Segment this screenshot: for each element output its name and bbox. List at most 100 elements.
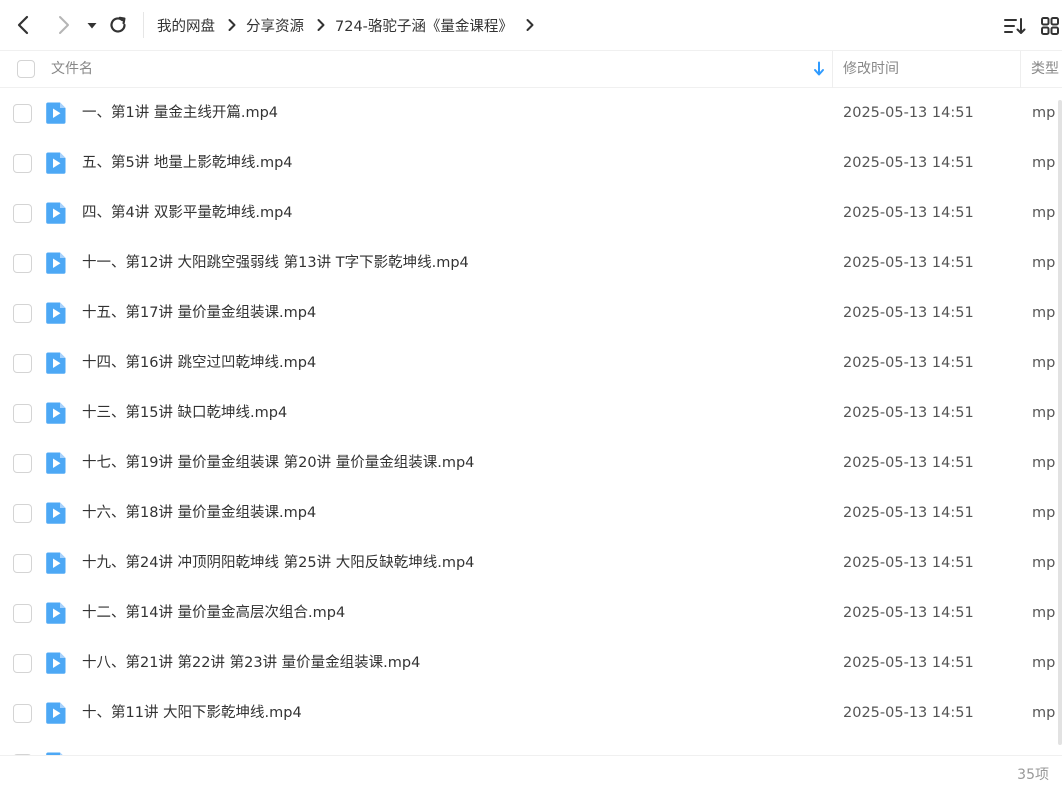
file-name: 四、第4讲 双影平量乾坤线.mp4 [82,205,293,221]
file-name: 十五、第17讲 量价量金组装课.mp4 [82,305,317,321]
list-item[interactable]: 十六、第18讲 量价量金组装课.mp4 2025-05-13 14:51 mp [0,488,1062,538]
row-checkbox[interactable] [13,454,32,473]
file-name: 十一、第12讲 大阳跳空强弱线 第13讲 T字下影乾坤线.mp4 [82,255,469,271]
sort-descending-icon[interactable] [813,61,825,77]
breadcrumb: 我的网盘 分享资源 724-骆驼子涵《量金课程》 [157,0,544,50]
file-modified-time: 2025-05-13 14:51 [843,305,974,321]
file-modified-time: 2025-05-13 14:51 [843,355,974,371]
video-file-icon [46,402,66,424]
file-type: mp [1032,305,1056,321]
video-file-icon [46,552,66,574]
file-name: 五、第5讲 地量上影乾坤线.mp4 [82,155,293,171]
list-item[interactable]: 十七、第19讲 量价量金组装课 第20讲 量价量金组装课.mp4 2025-05… [0,438,1062,488]
history-dropdown-button[interactable] [84,13,100,37]
vertical-scrollbar[interactable] [1058,100,1062,745]
forward-button[interactable] [51,13,75,37]
list-item[interactable]: 十一、第12讲 大阳跳空强弱线 第13讲 T字下影乾坤线.mp4 2025-05… [0,238,1062,288]
grid-view-icon [1041,17,1059,35]
column-divider[interactable] [832,51,833,88]
video-file-icon [46,202,66,224]
file-modified-time: 2025-05-13 14:51 [843,205,974,221]
list-item[interactable] [0,738,1062,755]
file-name: 一、第1讲 量金主线开篇.mp4 [82,105,278,121]
file-modified-time: 2025-05-13 14:51 [843,605,974,621]
sort-list-icon [1004,18,1026,34]
list-item[interactable]: 五、第5讲 地量上影乾坤线.mp4 2025-05-13 14:51 mp [0,138,1062,188]
back-button[interactable] [12,13,36,37]
video-file-icon [46,152,66,174]
list-item[interactable]: 十四、第16讲 跳空过凹乾坤线.mp4 2025-05-13 14:51 mp [0,338,1062,388]
file-type: mp [1032,105,1056,121]
breadcrumb-item-my-drive[interactable]: 我的网盘 [157,15,215,36]
toolbar: 我的网盘 分享资源 724-骆驼子涵《量金课程》 [0,0,1062,50]
chevron-left-icon [17,15,29,35]
row-checkbox[interactable] [13,354,32,373]
list-item[interactable]: 十三、第15讲 缺口乾坤线.mp4 2025-05-13 14:51 mp [0,388,1062,438]
row-checkbox[interactable] [13,304,32,323]
file-name: 十九、第24讲 冲顶阴阳乾坤线 第25讲 大阳反缺乾坤线.mp4 [82,555,475,571]
file-type: mp [1032,555,1056,571]
row-checkbox[interactable] [13,554,32,573]
refresh-button[interactable] [106,13,130,37]
row-checkbox[interactable] [13,504,32,523]
view-toggle-button[interactable] [1039,14,1061,38]
row-checkbox[interactable] [13,154,32,173]
chevron-right-icon[interactable] [525,18,535,32]
sort-button[interactable] [1003,14,1027,38]
list-item[interactable]: 四、第4讲 双影平量乾坤线.mp4 2025-05-13 14:51 mp [0,188,1062,238]
list-item[interactable]: 十五、第17讲 量价量金组装课.mp4 2025-05-13 14:51 mp [0,288,1062,338]
file-modified-time: 2025-05-13 14:51 [843,155,974,171]
file-name: 十四、第16讲 跳空过凹乾坤线.mp4 [82,355,317,371]
file-name: 十八、第21讲 第22讲 第23讲 量价量金组装课.mp4 [82,655,421,671]
list-item[interactable]: 一、第1讲 量金主线开篇.mp4 2025-05-13 14:51 mp [0,88,1062,138]
row-checkbox[interactable] [13,254,32,273]
breadcrumb-item-current-folder[interactable]: 724-骆驼子涵《量金课程》 [335,15,513,36]
list-item[interactable]: 十、第11讲 大阳下影乾坤线.mp4 2025-05-13 14:51 mp [0,688,1062,738]
file-type: mp [1032,405,1056,421]
breadcrumb-item-shared[interactable]: 分享资源 [246,15,304,36]
status-bar: 35项 [0,755,1062,785]
list-item[interactable]: 十二、第14讲 量价量金高层次组合.mp4 2025-05-13 14:51 m… [0,588,1062,638]
file-type: mp [1032,205,1056,221]
column-header-time[interactable]: 修改时间 [843,51,899,88]
file-modified-time: 2025-05-13 14:51 [843,705,974,721]
file-type: mp [1032,705,1056,721]
file-type: mp [1032,605,1056,621]
video-file-icon [46,252,66,274]
chevron-right-icon [59,16,69,34]
video-file-icon [46,702,66,724]
file-list: 一、第1讲 量金主线开篇.mp4 2025-05-13 14:51 mp 五、第… [0,88,1062,755]
column-divider[interactable] [1020,51,1021,88]
file-type: mp [1032,155,1056,171]
video-file-icon [46,602,66,624]
row-checkbox[interactable] [13,204,32,223]
file-modified-time: 2025-05-13 14:51 [843,255,974,271]
row-checkbox[interactable] [13,654,32,673]
refresh-icon [110,16,126,33]
video-file-icon [46,502,66,524]
row-checkbox[interactable] [13,104,32,123]
list-item[interactable]: 十九、第24讲 冲顶阴阳乾坤线 第25讲 大阳反缺乾坤线.mp4 2025-05… [0,538,1062,588]
select-all-checkbox[interactable] [17,60,35,78]
toolbar-divider [143,12,144,38]
list-header: 文件名 修改时间 类型 [0,50,1062,88]
column-header-type[interactable]: 类型 [1031,51,1059,88]
file-name: 十六、第18讲 量价量金组装课.mp4 [82,505,317,521]
row-checkbox[interactable] [13,604,32,623]
file-type: mp [1032,355,1056,371]
file-modified-time: 2025-05-13 14:51 [843,455,974,471]
video-file-icon [46,452,66,474]
video-file-icon [46,102,66,124]
file-type: mp [1032,455,1056,471]
list-item[interactable]: 十八、第21讲 第22讲 第23讲 量价量金组装课.mp4 2025-05-13… [0,638,1062,688]
caret-down-icon [87,23,97,29]
file-type: mp [1032,655,1056,671]
file-name: 十二、第14讲 量价量金高层次组合.mp4 [82,605,346,621]
file-modified-time: 2025-05-13 14:51 [843,505,974,521]
row-checkbox[interactable] [13,404,32,423]
row-checkbox[interactable] [13,704,32,723]
video-file-icon [46,352,66,374]
file-type: mp [1032,505,1056,521]
column-header-name[interactable]: 文件名 [51,51,93,88]
file-browser-window: 我的网盘 分享资源 724-骆驼子涵《量金课程》 文件名 修改时间 类型 一、第… [0,0,1062,785]
